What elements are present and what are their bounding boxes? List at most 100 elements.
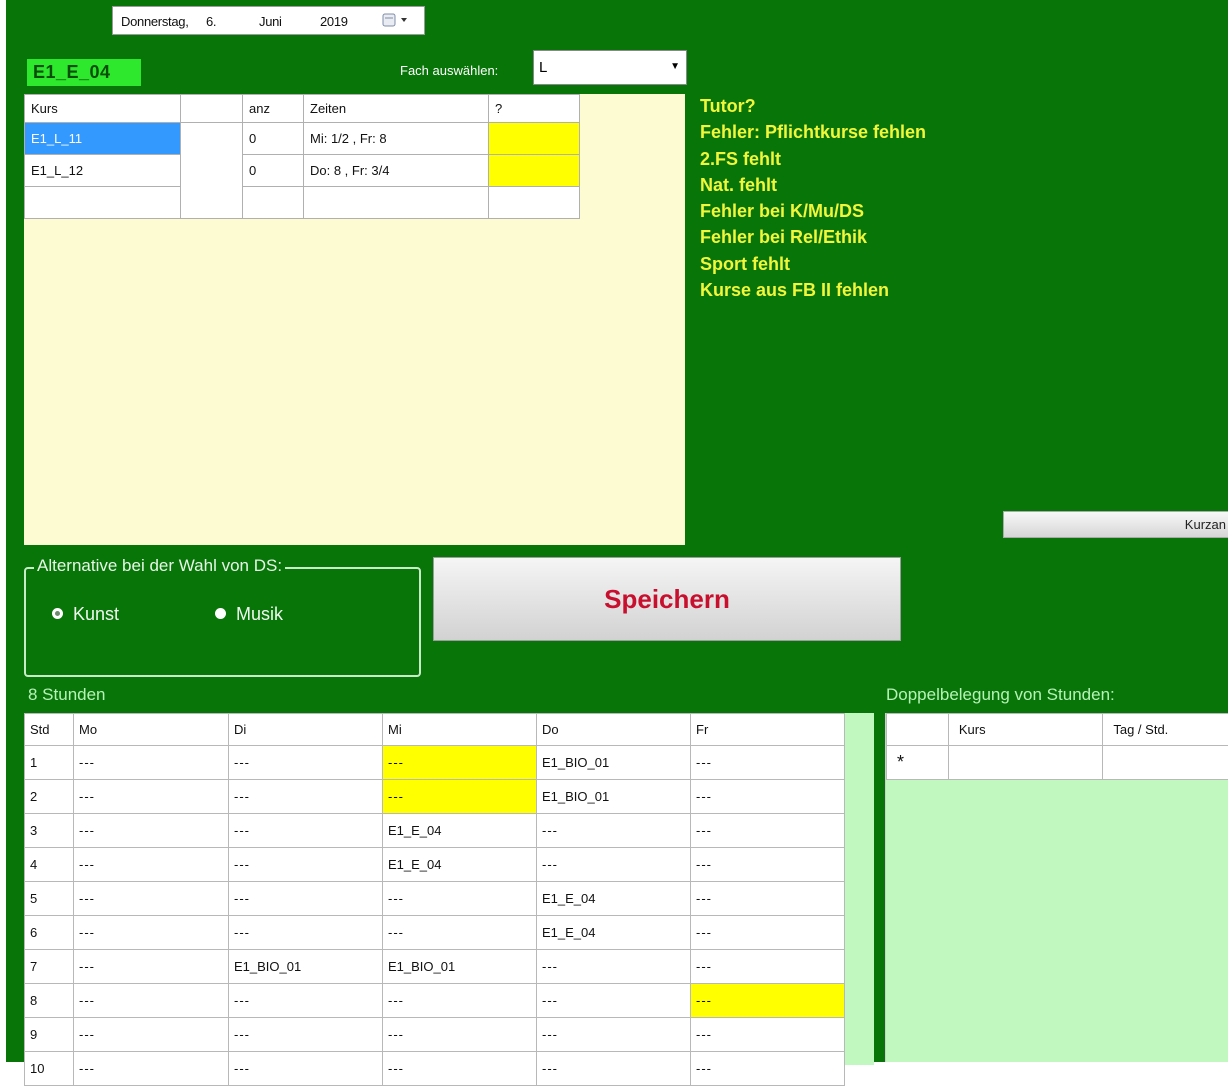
cell-mo[interactable]: --- (74, 950, 229, 984)
cell-std[interactable]: 7 (25, 950, 74, 984)
cell-mo[interactable]: --- (74, 1018, 229, 1052)
table-row[interactable]: 9 --- --- --- --- --- (25, 1018, 845, 1052)
cell-do[interactable]: E1_E_04 (537, 916, 691, 950)
cell-mi[interactable]: --- (383, 746, 537, 780)
cell-do[interactable]: --- (537, 984, 691, 1018)
table-row-new[interactable]: * (887, 746, 1228, 780)
cell-di[interactable]: --- (229, 984, 383, 1018)
cell-mi[interactable]: --- (383, 882, 537, 916)
cell-mo[interactable]: --- (74, 746, 229, 780)
col-header-fr[interactable]: Fr (691, 714, 845, 746)
cell-zeiten[interactable]: Do: 8 , Fr: 3/4 (304, 155, 489, 187)
col-header-tag-std[interactable]: Tag / Std. (1103, 714, 1228, 746)
table-row[interactable]: 7 --- E1_BIO_01 E1_BIO_01 --- --- (25, 950, 845, 984)
col-header-do[interactable]: Do (537, 714, 691, 746)
cell-do[interactable]: E1_BIO_01 (537, 746, 691, 780)
cell-mi[interactable]: --- (383, 984, 537, 1018)
cell-tag-std[interactable] (1103, 746, 1228, 780)
cell-mi[interactable]: E1_E_04 (383, 814, 537, 848)
cell-do[interactable]: --- (537, 1052, 691, 1086)
cell-std[interactable]: 6 (25, 916, 74, 950)
cell-di[interactable]: --- (229, 1052, 383, 1086)
cell-extra[interactable] (181, 155, 243, 187)
cell-extra[interactable] (181, 123, 243, 155)
col-header-mo[interactable]: Mo (74, 714, 229, 746)
kurzan-button[interactable]: Kurzan (1003, 511, 1228, 538)
cell-mi[interactable]: --- (383, 780, 537, 814)
radio-musik[interactable]: Musik (215, 604, 283, 625)
cell-mi[interactable]: --- (383, 1018, 537, 1052)
cell-fr[interactable]: --- (691, 882, 845, 916)
cell-anz[interactable]: 0 (243, 123, 304, 155)
col-header-zeiten[interactable]: Zeiten (304, 95, 489, 123)
cell-fr[interactable]: --- (691, 848, 845, 882)
cell-fr[interactable]: --- (691, 780, 845, 814)
cell-anz[interactable] (243, 187, 304, 219)
table-row[interactable]: 2 --- --- --- E1_BIO_01 --- (25, 780, 845, 814)
cell-std[interactable]: 5 (25, 882, 74, 916)
date-picker[interactable]: Donnerstag, 6. Juni 2019 (112, 6, 425, 35)
cell-di[interactable]: --- (229, 814, 383, 848)
cell-mi[interactable]: E1_BIO_01 (383, 950, 537, 984)
cell-mo[interactable]: --- (74, 984, 229, 1018)
cell-mo[interactable]: --- (74, 848, 229, 882)
cell-di[interactable]: E1_BIO_01 (229, 950, 383, 984)
cell-mo[interactable]: --- (74, 1052, 229, 1086)
col-header-std[interactable]: Std (25, 714, 74, 746)
cell-std[interactable]: 3 (25, 814, 74, 848)
save-button[interactable]: Speichern (433, 557, 901, 641)
table-row[interactable]: 8 --- --- --- --- --- (25, 984, 845, 1018)
cell-di[interactable]: --- (229, 746, 383, 780)
cell-fr[interactable]: --- (691, 814, 845, 848)
cell-di[interactable]: --- (229, 916, 383, 950)
cell-di[interactable]: --- (229, 1018, 383, 1052)
cell-zeiten[interactable]: Mi: 1/2 , Fr: 8 (304, 123, 489, 155)
cell-di[interactable]: --- (229, 882, 383, 916)
cell-di[interactable]: --- (229, 780, 383, 814)
cell-mo[interactable]: --- (74, 780, 229, 814)
cell-kurs[interactable]: E1_L_12 (25, 155, 181, 187)
table-row[interactable]: 5 --- --- --- E1_E_04 --- (25, 882, 845, 916)
cell-do[interactable]: E1_BIO_01 (537, 780, 691, 814)
cell-mo[interactable]: --- (74, 916, 229, 950)
table-row[interactable]: 1 --- --- --- E1_BIO_01 --- (25, 746, 845, 780)
radio-kunst[interactable]: Kunst (52, 604, 119, 625)
cell-do[interactable]: --- (537, 848, 691, 882)
cell-std[interactable]: 8 (25, 984, 74, 1018)
table-row[interactable]: 10 --- --- --- --- --- (25, 1052, 845, 1086)
cell-extra[interactable] (181, 187, 243, 219)
calendar-dropdown-icon[interactable] (381, 12, 417, 30)
cell-do[interactable]: --- (537, 814, 691, 848)
col-header-anz[interactable]: anz (243, 95, 304, 123)
cell-fr[interactable]: --- (691, 950, 845, 984)
col-header-kurs[interactable]: Kurs (25, 95, 181, 123)
table-row[interactable]: E1_L_11 0 Mi: 1/2 , Fr: 8 (25, 123, 580, 155)
cell-do[interactable]: --- (537, 1018, 691, 1052)
cell-std[interactable]: 9 (25, 1018, 74, 1052)
cell-do[interactable]: E1_E_04 (537, 882, 691, 916)
table-row[interactable]: 3 --- --- E1_E_04 --- --- (25, 814, 845, 848)
cell-mi[interactable]: --- (383, 916, 537, 950)
cell-std[interactable]: 4 (25, 848, 74, 882)
cell-question[interactable] (489, 155, 580, 187)
cell-mo[interactable]: --- (74, 882, 229, 916)
cell-do[interactable]: --- (537, 950, 691, 984)
table-row[interactable]: 6 --- --- --- E1_E_04 --- (25, 916, 845, 950)
cell-mo[interactable]: --- (74, 814, 229, 848)
cell-question[interactable] (489, 187, 580, 219)
col-header-kurs[interactable]: Kurs (948, 714, 1103, 746)
cell-zeiten[interactable] (304, 187, 489, 219)
cell-std[interactable]: 2 (25, 780, 74, 814)
cell-fr[interactable]: --- (691, 1052, 845, 1086)
table-row[interactable]: E1_L_12 0 Do: 8 , Fr: 3/4 (25, 155, 580, 187)
cell-fr[interactable]: --- (691, 746, 845, 780)
cell-anz[interactable]: 0 (243, 155, 304, 187)
cell-kurs[interactable] (25, 187, 181, 219)
col-header-di[interactable]: Di (229, 714, 383, 746)
cell-mi[interactable]: --- (383, 1052, 537, 1086)
cell-kurs[interactable] (948, 746, 1103, 780)
cell-fr[interactable]: --- (691, 1018, 845, 1052)
cell-kurs[interactable]: E1_L_11 (25, 123, 181, 155)
cell-std[interactable]: 10 (25, 1052, 74, 1086)
cell-fr[interactable]: --- (691, 984, 845, 1018)
